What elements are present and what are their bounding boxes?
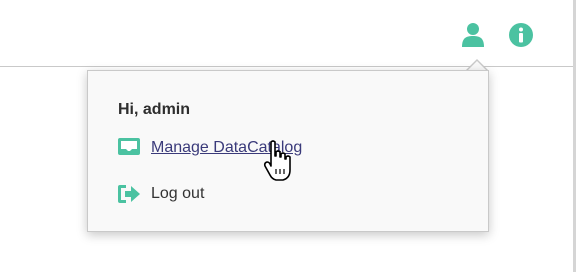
log-out-label: Log out xyxy=(151,185,205,202)
user-greeting: Hi, admin xyxy=(118,101,191,118)
user-menu-button[interactable] xyxy=(460,22,486,48)
inbox-icon xyxy=(116,135,142,161)
user-dropdown-menu: Hi, admin Manage DataCatalog Log out xyxy=(87,70,489,232)
log-out-link[interactable]: Log out xyxy=(116,181,204,207)
manage-datacatalog-label: Manage DataCatalog xyxy=(151,139,303,156)
sign-out-icon xyxy=(116,181,142,207)
manage-datacatalog-link[interactable]: Manage DataCatalog xyxy=(116,135,302,161)
top-navigation-bar xyxy=(0,0,576,67)
app-stage: Hi, admin Manage DataCatalog Log out xyxy=(0,0,576,272)
info-icon xyxy=(509,23,533,47)
user-icon xyxy=(462,23,484,47)
info-button[interactable] xyxy=(508,22,534,48)
